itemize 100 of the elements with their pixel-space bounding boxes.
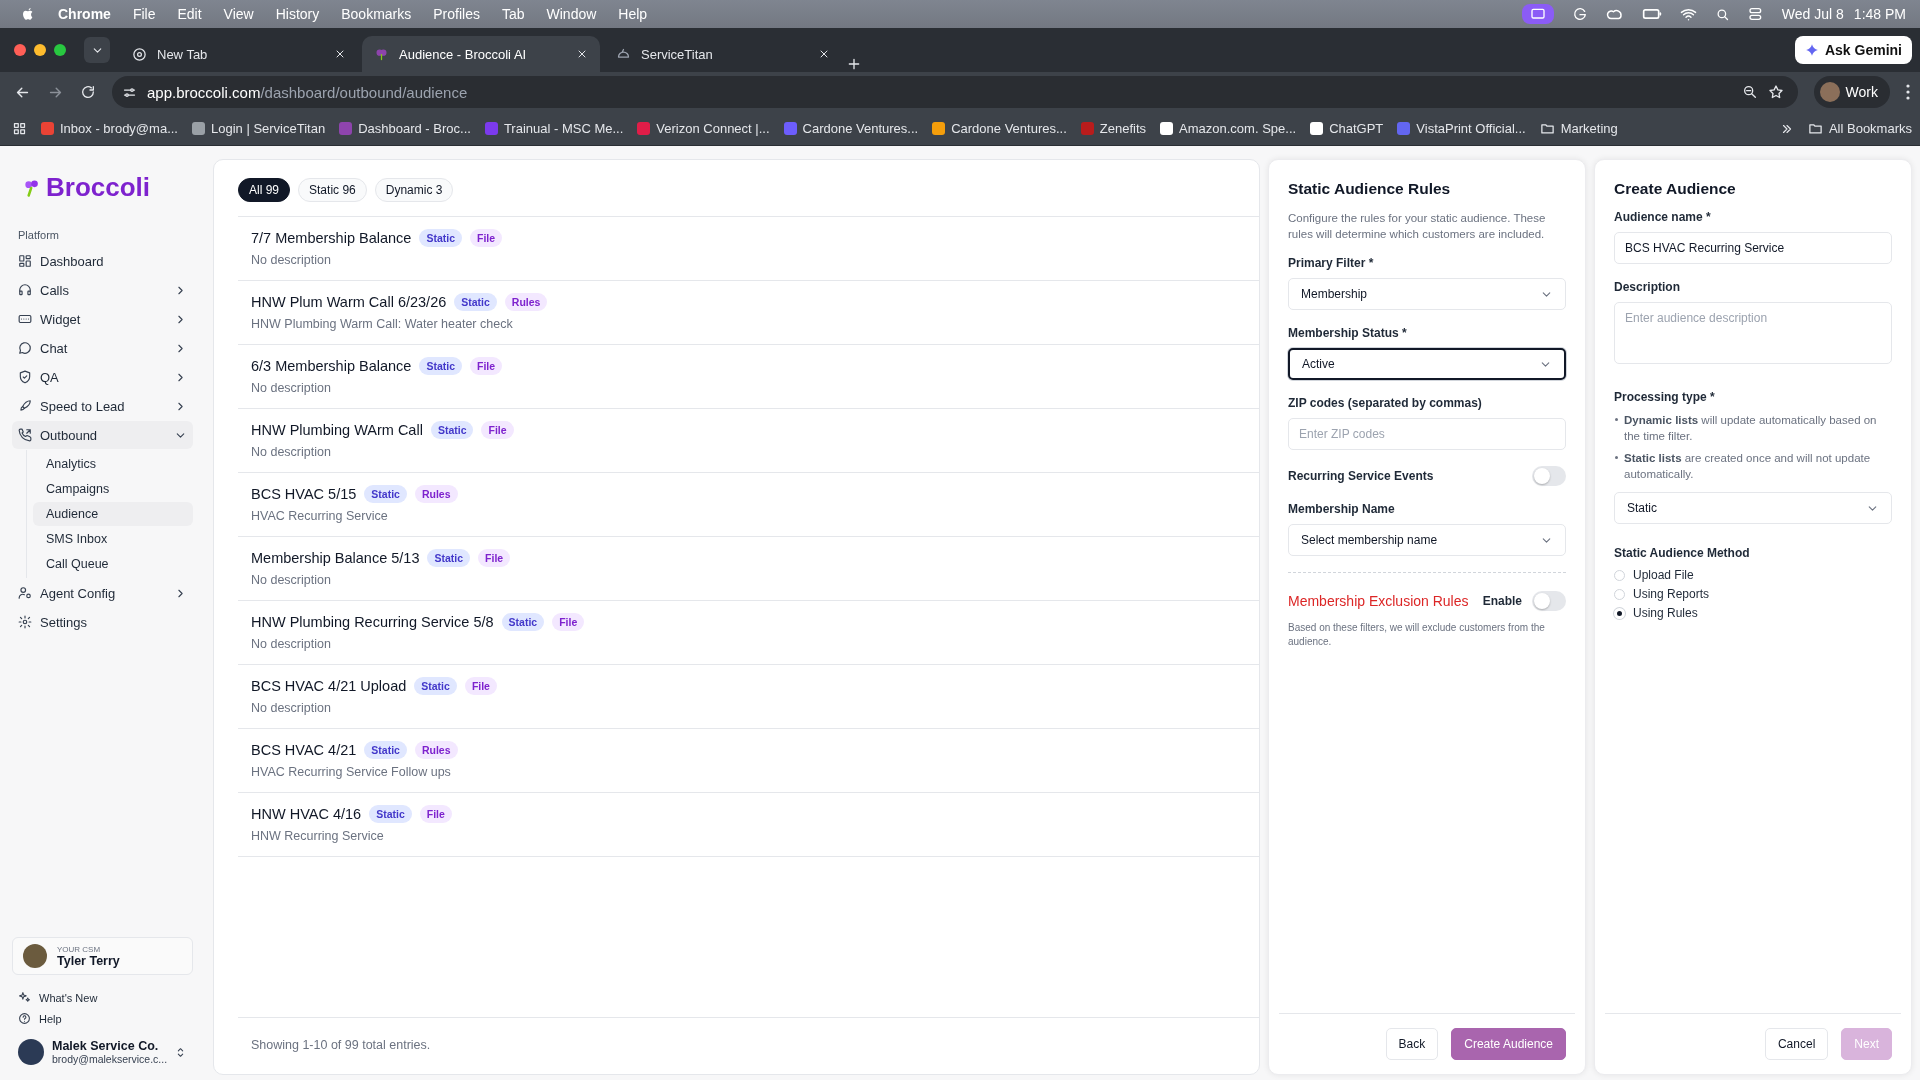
close-window-icon[interactable] <box>14 44 26 56</box>
minimize-window-icon[interactable] <box>34 44 46 56</box>
footer-link[interactable]: Help <box>18 1012 193 1025</box>
back-button[interactable]: Back <box>1385 1028 1439 1060</box>
new-tab-icon <box>846 56 862 72</box>
ask-gemini-button[interactable]: Ask Gemini <box>1794 36 1912 64</box>
menu-item[interactable]: View <box>223 6 254 22</box>
dropdown[interactable]: Membership <box>1288 278 1566 311</box>
bookmark[interactable]: VistaPrint Official... <box>1397 121 1526 136</box>
nav-item[interactable]: Speed to Lead <box>12 392 193 420</box>
audience-description: HNW Plumbing Warm Call: Water heater check <box>251 317 514 331</box>
menu-app-name[interactable]: Chrome <box>58 6 111 22</box>
create-audience-button[interactable]: Create Audience <box>1451 1028 1566 1060</box>
toggle-switch[interactable] <box>1532 591 1566 612</box>
bookmark[interactable]: Dashboard - Broc... <box>339 121 471 136</box>
audience-title[interactable]: HNW Plum Warm Call 6/23/26 <box>251 294 447 310</box>
account-switcher[interactable]: Malek Service Co. brody@malekservice.c... <box>12 1035 193 1075</box>
audience-description: No description <box>251 445 332 459</box>
menu-item[interactable]: Help <box>618 6 648 22</box>
menu-item[interactable]: File <box>132 6 156 22</box>
subnav-item[interactable]: Analytics <box>33 452 193 476</box>
radio-option[interactable]: Upload File <box>1614 568 1892 583</box>
footer-link[interactable]: What's New <box>18 991 193 1004</box>
nav-item[interactable]: Settings <box>12 608 193 636</box>
subnav-item[interactable]: Call Queue <box>33 552 193 576</box>
tag: Static <box>427 549 471 567</box>
bookmark[interactable]: Cardone Ventures... <box>783 121 919 136</box>
browser-tab[interactable]: Audience - Broccoli AI <box>362 36 600 72</box>
subnav-item[interactable]: Audience <box>33 502 193 526</box>
chat-icon <box>18 341 32 355</box>
all-bookmarks[interactable]: All Bookmarks <box>1807 121 1912 136</box>
menu-date[interactable]: Wed Jul 8 <box>1781 6 1844 22</box>
audience-description: HVAC Recurring Service Follow ups <box>251 765 452 779</box>
dropdown[interactable]: Static <box>1614 492 1892 525</box>
menu-item[interactable]: Window <box>546 6 597 22</box>
zoom-window-icon[interactable] <box>54 44 66 56</box>
tag: Static <box>501 613 545 631</box>
textarea-field[interactable]: Enter audience description <box>1614 302 1892 364</box>
menu-item[interactable]: Bookmarks <box>341 6 412 22</box>
bookmark[interactable]: Cardone Ventures... <box>932 121 1067 136</box>
toggle-switch[interactable] <box>1532 466 1566 487</box>
dropdown[interactable]: Select membership name <box>1288 524 1566 557</box>
audience-title[interactable]: BCS HVAC 4/21 Upload <box>251 678 407 694</box>
bookmark[interactable]: Trainual - MSC Me... <box>484 121 624 136</box>
audience-title[interactable]: HNW Plumbing Recurring Service 5/8 <box>251 614 494 630</box>
audience-description: HVAC Recurring Service <box>251 509 389 523</box>
menu-time[interactable]: 1:48 PM <box>1853 6 1906 22</box>
tag: Static <box>364 485 407 503</box>
nav-item[interactable]: Outbound <box>12 421 193 449</box>
field-label: Audience name * <box>1614 210 1712 224</box>
nav-item[interactable]: Chat <box>12 334 193 362</box>
nav-item[interactable]: Agent Config <box>12 579 193 607</box>
nav-item[interactable]: Widget <box>12 305 193 333</box>
bookmark[interactable]: Inbox - brody@ma... <box>41 121 178 136</box>
cancel-button[interactable]: Cancel <box>1764 1028 1829 1060</box>
bookmark[interactable]: Amazon.com. Spe... <box>1160 121 1297 136</box>
subnav-item[interactable]: Campaigns <box>33 477 193 501</box>
tab-search-button[interactable] <box>84 37 110 63</box>
filter-chip[interactable]: Dynamic 3 <box>374 178 454 202</box>
audience-title[interactable]: HNW HVAC 4/16 <box>251 806 362 822</box>
profile-button[interactable]: Work <box>1813 76 1890 108</box>
input-field[interactable]: BCS HVAC Recurring Service <box>1614 232 1892 264</box>
audience-description: No description <box>251 253 332 267</box>
bookmark[interactable]: Marketing <box>1539 121 1618 136</box>
menu-item[interactable]: Edit <box>177 6 202 22</box>
menu-item[interactable]: Profiles <box>433 6 480 22</box>
audience-title[interactable]: 6/3 Membership Balance <box>251 358 412 374</box>
audience-title[interactable]: BCS HVAC 5/15 <box>251 486 357 502</box>
browser-tab[interactable]: ServiceTitan <box>604 36 842 72</box>
audience-title[interactable]: 7/7 Membership Balance <box>251 230 412 246</box>
more-icon[interactable] <box>1906 84 1910 100</box>
filter-chip[interactable]: Static 96 <box>298 178 367 202</box>
filter-chip[interactable]: All 99 <box>238 178 291 202</box>
phone-icon <box>18 428 32 442</box>
nav-item[interactable]: QA <box>12 363 193 391</box>
address-bar[interactable]: app.broccoli.com/dashboard/outbound/audience <box>112 76 1798 108</box>
menu-item[interactable]: History <box>275 6 320 22</box>
tag: Static <box>369 805 412 823</box>
nav-item[interactable]: Dashboard <box>12 247 193 275</box>
audience-title[interactable]: BCS HVAC 4/21 <box>251 742 357 758</box>
browser-tab[interactable]: New Tab <box>120 36 358 72</box>
bullet-text: Static lists are created once and will not update automatically. <box>1614 450 1892 483</box>
dropdown[interactable]: Active <box>1288 348 1566 381</box>
audience-title[interactable]: HNW Plumbing WArm Call <box>251 422 423 438</box>
bookmark[interactable]: Login | ServiceTitan <box>191 121 326 136</box>
bookmark[interactable]: Zenefits <box>1080 121 1147 136</box>
input-field[interactable]: Enter ZIP codes <box>1288 418 1566 451</box>
audience-title[interactable]: Membership Balance 5/13 <box>251 550 420 566</box>
subnav-item[interactable]: SMS Inbox <box>33 527 193 551</box>
radio-option[interactable]: Using Reports <box>1614 587 1892 602</box>
screen-share-icon[interactable] <box>1521 4 1554 24</box>
tag: Static <box>454 293 497 311</box>
shield-icon <box>18 370 32 384</box>
menu-item[interactable]: Tab <box>501 6 525 22</box>
nav-item[interactable]: Calls <box>12 276 193 304</box>
bookmark[interactable]: Verizon Connect |... <box>637 121 770 136</box>
csm-card[interactable]: YOUR CSM Tyler Terry <box>12 937 193 975</box>
bookmark[interactable]: ChatGPT <box>1310 121 1384 136</box>
radio-option[interactable]: Using Rules <box>1614 606 1892 621</box>
audience-description: HNW Recurring Service <box>251 829 385 843</box>
